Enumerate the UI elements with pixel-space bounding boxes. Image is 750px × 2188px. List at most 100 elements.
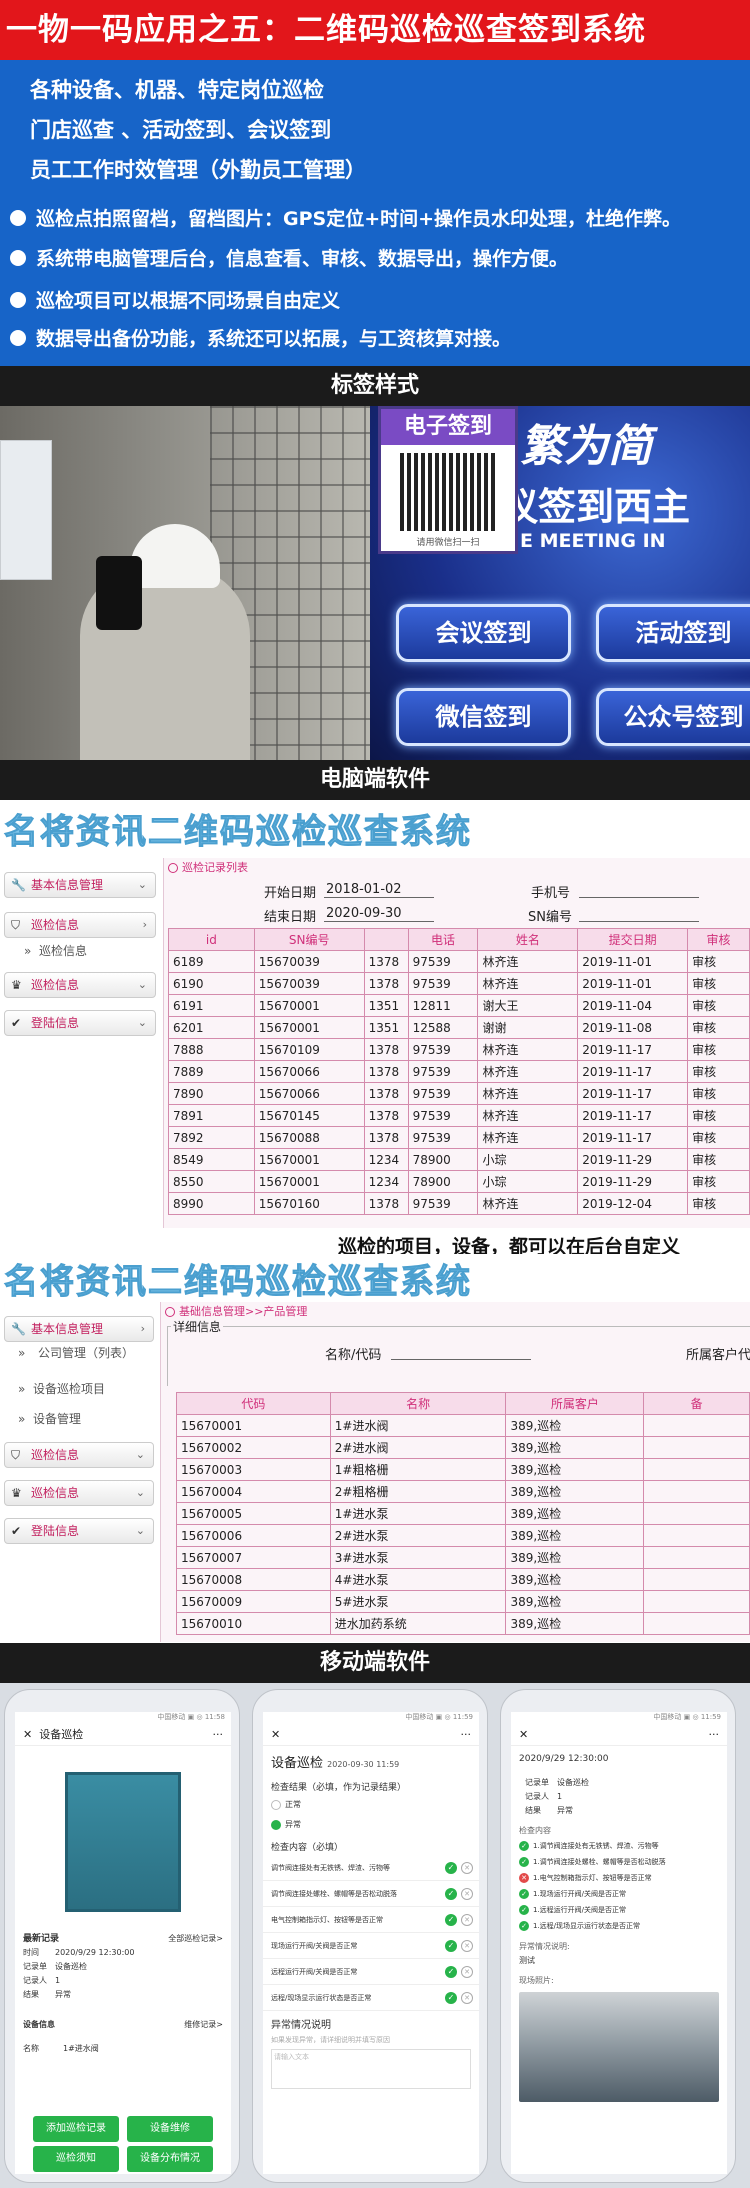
sn-input[interactable] — [579, 906, 699, 922]
table-row[interactable]: 6191 15670001 1351 12811 谢大王 2019-11-04 审核 — [168, 994, 750, 1017]
column-header[interactable]: 名称 — [329, 1392, 507, 1415]
table-cell: 3#进水泵 — [329, 1546, 507, 1569]
form-date: 2020-09-30 11:59 — [327, 1760, 400, 1769]
sidebar-subitem-company[interactable]: » 公司管理（列表） — [4, 1342, 154, 1376]
check-result: ✓ 1.远程运行开阀/关阀是否正常 — [511, 1902, 727, 1918]
sidebar-item-label: 登陆信息 — [31, 1524, 80, 1538]
table-row[interactable]: 15670002 2#进水阀 389,巡检 — [176, 1436, 750, 1459]
sidebar-item-inspection[interactable]: ⛉ 巡检信息 ⌄ — [4, 1442, 154, 1468]
fail-toggle-icon[interactable]: ✕ — [461, 1966, 473, 1978]
table-row[interactable]: 8550 15670001 1234 78900 小琮 2019-11-29 审核 — [168, 1170, 750, 1193]
close-icon[interactable]: ✕ — [23, 1728, 32, 1741]
table-cell: 2019-11-29 — [577, 1148, 689, 1171]
table-row[interactable]: 7888 15670109 1378 97539 林齐连 2019-11-17 审核 — [168, 1038, 750, 1061]
fail-toggle-icon[interactable]: ✕ — [461, 1862, 473, 1874]
sidebar-item-label: 基本信息管理 — [31, 878, 104, 892]
table-cell: 15670008 — [176, 1568, 331, 1591]
fail-toggle-icon[interactable]: ✕ — [461, 1940, 473, 1952]
table-row[interactable]: 6189 15670039 1378 97539 林齐连 2019-11-01 审核 — [168, 950, 750, 973]
sidebar-item-login-info[interactable]: ✔ 登陆信息 ⌄ — [4, 1010, 156, 1036]
table-row[interactable]: 8990 15670160 1378 97539 林齐连 2019-12-04 审核 — [168, 1192, 750, 1215]
sidebar-item-label: 巡检信息 — [31, 918, 80, 932]
table-row[interactable]: 15670003 1#粗格栅 389,巡检 — [176, 1458, 750, 1481]
ok-toggle-icon[interactable]: ✓ — [445, 1862, 457, 1874]
sidebar-item-label: 巡检信息 — [31, 1486, 80, 1500]
sidebar-item-basic-info[interactable]: 🔧 基本信息管理 › — [4, 1316, 154, 1342]
close-icon[interactable]: ✕ — [519, 1728, 528, 1741]
ok-toggle-icon[interactable]: ✓ — [445, 1940, 457, 1952]
column-header[interactable]: SN编号 — [253, 928, 365, 951]
close-icon[interactable]: ✕ — [271, 1728, 280, 1741]
table-cell — [643, 1546, 750, 1569]
table-row[interactable]: 15670009 5#进水泵 389,巡检 — [176, 1590, 750, 1613]
column-header[interactable]: 电话 — [407, 928, 479, 951]
column-header[interactable] — [363, 928, 409, 951]
all-records-link[interactable]: 全部巡检记录> — [168, 1932, 223, 1946]
fail-toggle-icon[interactable]: ✕ — [461, 1992, 473, 2004]
check-result: ✓ 1.远程/现场显示运行状态是否正常 — [511, 1918, 727, 1934]
more-icon[interactable]: ··· — [461, 1724, 480, 1746]
repair-button[interactable]: 设备维修 — [127, 2116, 213, 2142]
table-row[interactable]: 15670006 2#进水泵 389,巡检 — [176, 1524, 750, 1547]
table-row[interactable]: 6201 15670001 1351 12588 谢谢 2019-11-08 审核 — [168, 1016, 750, 1039]
column-header[interactable]: 所属客户 — [505, 1392, 645, 1415]
end-date-input[interactable]: 2020-09-30 — [324, 906, 434, 922]
table-row[interactable]: 7889 15670066 1378 97539 林齐连 2019-11-17 审核 — [168, 1060, 750, 1083]
table-row[interactable]: 7890 15670066 1378 97539 林齐连 2019-11-17 审核 — [168, 1082, 750, 1105]
table-cell: 进水加药系统 — [329, 1612, 507, 1635]
sidebar-item-inspection-2[interactable]: ♛ 巡检信息 ⌄ — [4, 972, 156, 998]
table-cell: 15670001 — [176, 1414, 331, 1437]
fail-toggle-icon[interactable]: ✕ — [461, 1888, 473, 1900]
table-row[interactable]: 15670008 4#进水泵 389,巡检 — [176, 1568, 750, 1591]
column-header[interactable]: 姓名 — [477, 928, 579, 951]
column-header[interactable]: 提交日期 — [577, 928, 689, 951]
sidebar-subitem-inspection[interactable]: » 巡检信息 — [4, 938, 156, 964]
sidebar-item-inspection[interactable]: ⛉ 巡检信息 › — [4, 912, 156, 938]
table-row[interactable]: 7892 15670088 1378 97539 林齐连 2019-11-17 审核 — [168, 1126, 750, 1149]
ok-toggle-icon[interactable]: ✓ — [445, 1888, 457, 1900]
table-row[interactable]: 6190 15670039 1378 97539 林齐连 2019-11-01 审核 — [168, 972, 750, 995]
nav-title: 设备巡检 — [39, 1728, 84, 1741]
table-cell: 2019-11-08 — [577, 1016, 689, 1039]
fail-toggle-icon[interactable]: ✕ — [461, 1914, 473, 1926]
maintenance-link[interactable]: 维修记录> — [184, 2018, 223, 2032]
ok-toggle-icon[interactable]: ✓ — [445, 1992, 457, 2004]
result-bad-option[interactable]: 异常 — [263, 1815, 479, 1835]
table-cell: 78900 — [407, 1170, 479, 1193]
more-icon[interactable]: ··· — [709, 1724, 728, 1746]
notice-button[interactable]: 巡检须知 — [33, 2146, 119, 2172]
column-header[interactable]: 代码 — [176, 1392, 331, 1415]
ok-toggle-icon[interactable]: ✓ — [445, 1966, 457, 1978]
abnormal-textarea[interactable]: 请输入文本 — [271, 2049, 471, 2089]
form-title: 设备巡检 2020-09-30 11:59 — [263, 1746, 479, 1777]
table-row[interactable]: 15670005 1#进水泵 389,巡检 — [176, 1502, 750, 1525]
sidebar-subitem-inspection-items[interactable]: » 设备巡检项目 — [4, 1376, 154, 1402]
table-row[interactable]: 15670007 3#进水泵 389,巡检 — [176, 1546, 750, 1569]
sidebar-item-login-info[interactable]: ✔ 登陆信息 ⌄ — [4, 1518, 154, 1544]
more-icon[interactable]: ··· — [213, 1724, 232, 1746]
column-header[interactable]: 审核 — [687, 928, 750, 951]
phone-input[interactable] — [579, 882, 699, 898]
sidebar-item-basic-info[interactable]: 🔧 基本信息管理 ⌄ — [4, 872, 156, 898]
result-ok-option[interactable]: 正常 — [263, 1795, 479, 1815]
sidebar-subitem-label: 设备巡检项目 — [32, 1382, 105, 1396]
table-row[interactable]: 15670001 1#进水阀 389,巡检 — [176, 1414, 750, 1437]
sidebar-subitem-devices[interactable]: » 设备管理 — [4, 1406, 154, 1432]
sidebar: 🔧 基本信息管理 ⌄ ⛉ 巡检信息 › » 巡检信息 ♛ 巡检信息 ⌄ ✔ 登陆信息 ⌄ — [4, 872, 156, 1036]
name-code-input[interactable] — [391, 1344, 531, 1360]
sidebar-item-inspection-2[interactable]: ♛ 巡检信息 ⌄ — [4, 1480, 154, 1506]
bullet-icon — [10, 292, 26, 308]
start-date-input[interactable]: 2018-01-02 — [324, 882, 434, 898]
distribution-button[interactable]: 设备分布情况 — [127, 2146, 213, 2172]
table-cell: 15670160 — [253, 1192, 365, 1215]
add-record-button[interactable]: 添加巡检记录 — [33, 2116, 119, 2142]
ok-toggle-icon[interactable]: ✓ — [445, 1914, 457, 1926]
table-row[interactable]: 15670004 2#粗格栅 389,巡检 — [176, 1480, 750, 1503]
column-header[interactable]: 备 — [643, 1392, 750, 1415]
table-row[interactable]: 8549 15670001 1234 78900 小琮 2019-11-29 审核 — [168, 1148, 750, 1171]
check-item-label: 调节阀连接处螺栓、螺帽等是否松动脱落 — [271, 1890, 397, 1898]
table-row[interactable]: 15670010 进水加药系统 389,巡检 — [176, 1612, 750, 1635]
table-row[interactable]: 7891 15670145 1378 97539 林齐连 2019-11-17 审核 — [168, 1104, 750, 1127]
table-cell: 15670001 — [253, 1170, 365, 1193]
column-header[interactable]: id — [168, 928, 255, 951]
